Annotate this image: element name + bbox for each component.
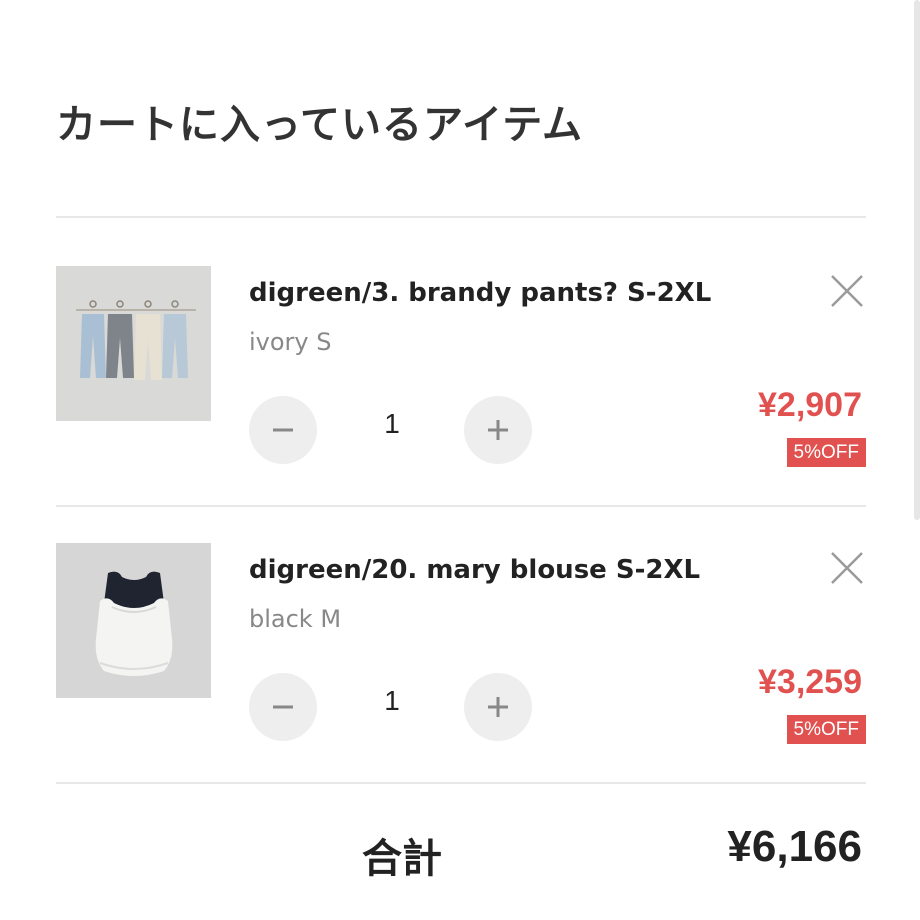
- item-variant: ivory S: [249, 328, 332, 356]
- pants-photo-icon: [56, 266, 211, 421]
- total-label: 合計: [362, 836, 442, 882]
- discount-badge: 5%OFF: [786, 715, 866, 744]
- decrease-quantity-button[interactable]: [249, 396, 317, 464]
- remove-item-button[interactable]: [828, 272, 866, 310]
- product-image[interactable]: [56, 543, 211, 698]
- plus-icon: [488, 420, 508, 440]
- plus-icon: [488, 697, 508, 717]
- page-title: カートに入っているアイテム: [56, 102, 583, 148]
- cart-page: カートに入っているアイテム digreen/3. brandy pants? S…: [0, 0, 920, 920]
- close-icon: [831, 552, 863, 584]
- increase-quantity-button[interactable]: [464, 396, 532, 464]
- increase-quantity-button[interactable]: [464, 673, 532, 741]
- cart-item: digreen/3. brandy pants? S-2XL ivory S 1…: [56, 266, 866, 486]
- item-name[interactable]: digreen/3. brandy pants? S-2XL: [249, 278, 711, 308]
- divider: [56, 505, 866, 507]
- decrease-quantity-button[interactable]: [249, 673, 317, 741]
- minus-icon: [273, 705, 293, 709]
- quantity-value: 1: [384, 408, 400, 439]
- scrollbar[interactable]: [914, 0, 920, 520]
- remove-item-button[interactable]: [828, 549, 866, 587]
- blouse-photo-icon: [56, 543, 211, 698]
- item-price: ¥2,907: [758, 386, 862, 424]
- minus-icon: [273, 428, 293, 432]
- item-name[interactable]: digreen/20. mary blouse S-2XL: [249, 555, 700, 585]
- cart-item: digreen/20. mary blouse S-2XL black M 1 …: [56, 543, 866, 763]
- discount-badge: 5%OFF: [786, 438, 866, 467]
- total-value: ¥6,166: [727, 822, 862, 871]
- product-image[interactable]: [56, 266, 211, 421]
- quantity-value: 1: [384, 685, 400, 716]
- close-icon: [831, 275, 863, 307]
- divider: [56, 782, 866, 784]
- divider: [56, 216, 866, 218]
- item-variant: black M: [249, 605, 342, 633]
- item-price: ¥3,259: [758, 663, 862, 701]
